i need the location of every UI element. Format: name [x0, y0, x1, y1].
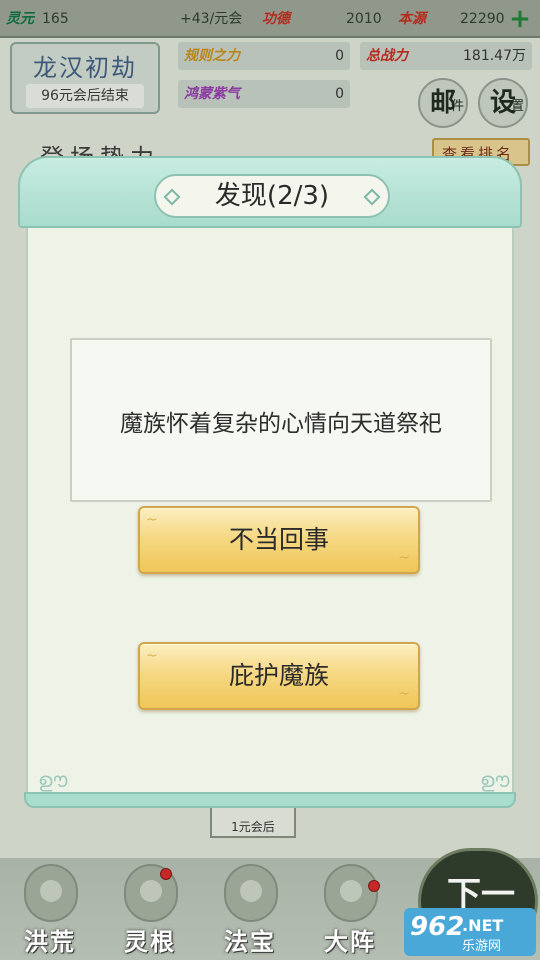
- title-plaque: 发现(2/3): [154, 174, 390, 218]
- nav-label: 灵根: [124, 928, 176, 956]
- gongde-value: 2010: [346, 11, 382, 27]
- nav-dazhen[interactable]: 大阵: [300, 858, 400, 960]
- dialog-header-frame: 发现(2/3): [18, 156, 522, 228]
- nav-fabao[interactable]: 法宝: [200, 858, 300, 960]
- stat-value: 181.47万: [463, 48, 526, 64]
- mail-sublabel: 件: [450, 99, 464, 114]
- watermark-net: .NET: [462, 916, 504, 935]
- nav-label: 法宝: [224, 928, 276, 956]
- dialog-body: ഊ ഊ 魔族怀着复杂的心情向天道祭祀 ~ ~ 不当回事 10功德 ~ ~ 庇护魔…: [26, 200, 514, 802]
- plus-icon[interactable]: +: [508, 6, 532, 32]
- option-protect-label: 庇护魔族: [228, 661, 329, 690]
- option-ignore-label: 不当回事: [228, 525, 329, 554]
- mountain-icon: [24, 864, 78, 922]
- taiji-icon: [324, 864, 378, 922]
- lingyuan-rate: +43/元会: [180, 11, 243, 27]
- stat-value: 0: [335, 48, 344, 64]
- lingyuan-label: 灵元: [6, 11, 34, 27]
- gongde-label: 功德: [262, 11, 290, 27]
- event-message: 魔族怀着复杂的心情向天道祭祀: [120, 411, 442, 437]
- discovery-dialog: ഊ ഊ 魔族怀着复杂的心情向天道祭祀 ~ ~ 不当回事 10功德 ~ ~ 庇护魔…: [18, 156, 522, 810]
- stat-total-power: 总战力 181.47万: [360, 42, 532, 70]
- corner-swirl-icon: ഊ: [38, 768, 68, 792]
- notification-dot: [368, 880, 380, 892]
- treasure-icon: [224, 864, 278, 922]
- nav-label: 洪荒: [24, 928, 76, 956]
- nav-honghuang[interactable]: 洪荒: [0, 858, 100, 960]
- settings-sublabel: 置: [510, 99, 524, 114]
- era-title: 龙汉初劫: [33, 54, 137, 82]
- dialog-footer-frame: [24, 792, 516, 808]
- stat-label: 规则之力: [184, 48, 240, 64]
- nav-label: 大阵: [324, 928, 376, 956]
- watermark-logo: 962 .NET 乐游网: [404, 908, 536, 956]
- watermark-site: 乐游网: [462, 939, 502, 954]
- mail-button[interactable]: 邮 件: [418, 78, 468, 128]
- corner-swirl-icon: ഊ: [480, 768, 510, 792]
- era-countdown: 96元会后结束: [26, 84, 144, 108]
- message-box: 魔族怀着复杂的心情向天道祭祀: [70, 338, 492, 502]
- benyuan-label: 本源: [398, 11, 426, 27]
- option-protect-button[interactable]: ~ ~ 庇护魔族: [138, 642, 420, 710]
- stat-value: 0: [335, 86, 344, 102]
- stat-hongmeng: 鸿蒙紫气 0: [178, 80, 350, 108]
- settings-button[interactable]: 设 置: [478, 78, 528, 128]
- lingyuan-value: 165: [42, 11, 69, 27]
- stat-rule-power: 规则之力 0: [178, 42, 350, 70]
- stat-label: 总战力: [366, 48, 408, 64]
- era-panel: 龙汉初劫 96元会后结束: [10, 42, 160, 114]
- card-timer: 1元会后: [231, 820, 275, 834]
- notification-dot: [160, 868, 172, 880]
- nav-linggen[interactable]: 灵根: [100, 858, 200, 960]
- watermark-number: 962: [410, 912, 465, 942]
- resource-bar: 灵元 165 +43/元会 功德 2010 本源 22290 +: [0, 0, 540, 38]
- stat-label: 鸿蒙紫气: [184, 86, 240, 102]
- benyuan-value: 22290: [460, 11, 505, 27]
- dialog-title: 发现(2/3): [214, 181, 330, 211]
- option-ignore-button[interactable]: ~ ~ 不当回事: [138, 506, 420, 574]
